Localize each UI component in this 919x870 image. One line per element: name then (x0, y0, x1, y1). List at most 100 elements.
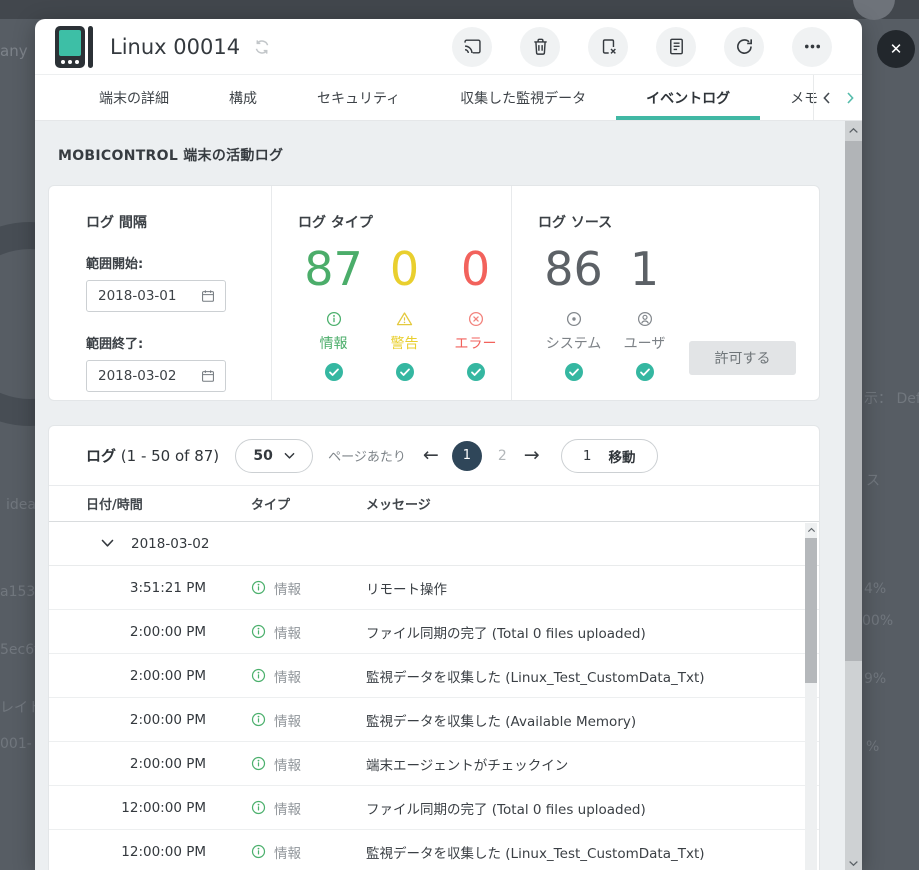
warning-filter-checkbox[interactable] (369, 363, 440, 381)
tab-collected-data[interactable]: 収集した監視データ (430, 75, 616, 120)
table-row: 12:00:00 PM 情報 監視データを収集した (Linux_Test_Cu… (49, 830, 819, 870)
warning-count: 0 (369, 240, 440, 298)
more-options-button[interactable] (792, 27, 832, 67)
info-icon (251, 624, 266, 639)
error-label: エラー (440, 333, 511, 353)
delete-button[interactable] (520, 27, 560, 67)
tab-configuration[interactable]: 構成 (199, 75, 287, 120)
info-icon (251, 844, 266, 859)
background-text: 00% (862, 613, 893, 629)
calendar-icon[interactable] (201, 369, 215, 383)
tab-security[interactable]: セキュリティ (287, 75, 430, 120)
delete-icon (530, 36, 551, 57)
chevron-down-icon (284, 452, 295, 460)
tab-scroll-left-button[interactable] (814, 75, 838, 120)
log-type-section: ログ タイプ 87 情報 (271, 186, 511, 400)
log-table-card: ログ (1 - 50 of 87) 50 ページあたり ← 1 2 → 1 移動 (48, 425, 820, 870)
notes-button[interactable] (656, 27, 696, 67)
background-text: 001- (0, 736, 32, 752)
device-detail-modal: Linux 00014 (35, 19, 862, 870)
scroll-down-icon[interactable] (845, 860, 862, 867)
log-type-cell: 情報 (251, 798, 366, 818)
scroll-up-icon[interactable] (845, 121, 862, 139)
refresh-button[interactable] (724, 27, 764, 67)
log-source-section: ログ ソース 86 システム (511, 186, 819, 400)
log-type-cell: 情報 (251, 710, 366, 730)
table-row: 12:00:00 PM 情報 ファイル同期の完了 (Total 0 files … (49, 786, 819, 830)
refresh-icon (734, 36, 755, 57)
goto-page-button[interactable]: 移動 (608, 446, 635, 466)
scrollbar-thumb[interactable] (805, 538, 817, 683)
stat-system: 86 システム (538, 240, 609, 381)
info-icon (251, 800, 266, 815)
range-end-input[interactable]: 2018-03-02 (86, 360, 226, 392)
user-filter-checkbox[interactable] (609, 363, 680, 381)
column-date-time: 日付/時間 (86, 494, 251, 513)
log-message: 監視データを収集した (Linux_Test_CustomData_Txt) (366, 666, 819, 686)
log-type-cell: 情報 (251, 754, 366, 774)
prev-page-button[interactable]: ← (423, 446, 439, 465)
unenroll-device-button[interactable] (588, 27, 628, 67)
log-type-label: 情報 (274, 754, 301, 774)
check-icon (325, 363, 343, 381)
log-range-text: (1 - 50 of 87) (121, 447, 219, 465)
device-name-title: Linux 00014 (110, 35, 240, 59)
error-count: 0 (440, 240, 511, 298)
log-type-cell: 情報 (251, 842, 366, 862)
section-title: MOBICONTROL 端末の活動ログ (58, 145, 862, 165)
system-filter-checkbox[interactable] (538, 363, 609, 381)
error-filter-checkbox[interactable] (440, 363, 511, 381)
table-row: 2:00:00 PM 情報 監視データを収集した (Linux_Test_Cus… (49, 654, 819, 698)
log-time: 12:00:00 PM (86, 800, 206, 816)
group-date-label: 2018-03-02 (131, 536, 209, 552)
log-table-title: ログ (1 - 50 of 87) (86, 445, 219, 466)
content-scrollbar[interactable] (845, 121, 862, 870)
more-options-icon (802, 36, 823, 57)
apply-button[interactable]: 許可する (689, 341, 796, 375)
background-text: any (0, 42, 28, 60)
log-message: リモート操作 (366, 578, 819, 598)
log-time: 12:00:00 PM (86, 844, 206, 860)
stat-info: 87 情報 (298, 240, 369, 381)
log-type-cell: 情報 (251, 666, 366, 686)
page-2-button[interactable]: 2 (498, 448, 507, 464)
log-type-title: ログ タイプ (298, 212, 511, 232)
page-size-dropdown[interactable]: 50 (235, 439, 313, 473)
table-row: 3:51:21 PM 情報 リモート操作 (49, 566, 819, 610)
warning-label: 警告 (369, 333, 440, 353)
column-message: メッセージ (366, 494, 431, 513)
tab-scroll-right-button[interactable] (838, 75, 862, 120)
range-end-label: 範囲終了: (86, 333, 271, 352)
tab-bar: 端末の詳細 構成 セキュリティ 収集した監視データ イベントログ メモ (35, 75, 862, 121)
log-message: 監視データを収集した (Linux_Test_CustomData_Txt) (366, 842, 819, 862)
tab-device-details[interactable]: 端末の詳細 (69, 75, 199, 120)
page-1-button[interactable]: 1 (452, 441, 482, 471)
log-source-title: ログ ソース (538, 212, 819, 232)
table-header-row: 日付/時間 タイプ メッセージ (49, 486, 819, 522)
info-icon (251, 712, 266, 727)
info-label: 情報 (298, 333, 369, 353)
log-type-label: 情報 (274, 578, 301, 598)
table-scrollbar[interactable] (805, 523, 817, 870)
next-page-button[interactable]: → (524, 446, 540, 465)
info-count: 87 (298, 240, 369, 298)
scrollbar-thumb[interactable] (845, 141, 862, 661)
background-text: ス (866, 470, 880, 490)
tab-event-log[interactable]: イベントログ (616, 75, 760, 120)
system-label: システム (538, 333, 609, 353)
tab-scroll-controls (813, 75, 862, 120)
log-type-label: 情報 (274, 710, 301, 730)
close-button[interactable]: ✕ (877, 30, 915, 68)
stat-user: 1 ユーザ (609, 240, 680, 381)
range-start-input[interactable]: 2018-03-01 (86, 280, 226, 312)
goto-page-input[interactable]: 1 (583, 448, 592, 464)
background-text: 9% (864, 671, 886, 687)
info-filter-checkbox[interactable] (298, 363, 369, 381)
scroll-up-icon[interactable] (805, 523, 817, 537)
collapse-group-button[interactable] (101, 539, 114, 548)
log-type-label: 情報 (274, 666, 301, 686)
calendar-icon[interactable] (201, 289, 215, 303)
unenroll-device-icon (598, 36, 619, 57)
background-text: a153 (0, 584, 35, 600)
remote-control-button[interactable] (452, 27, 492, 67)
